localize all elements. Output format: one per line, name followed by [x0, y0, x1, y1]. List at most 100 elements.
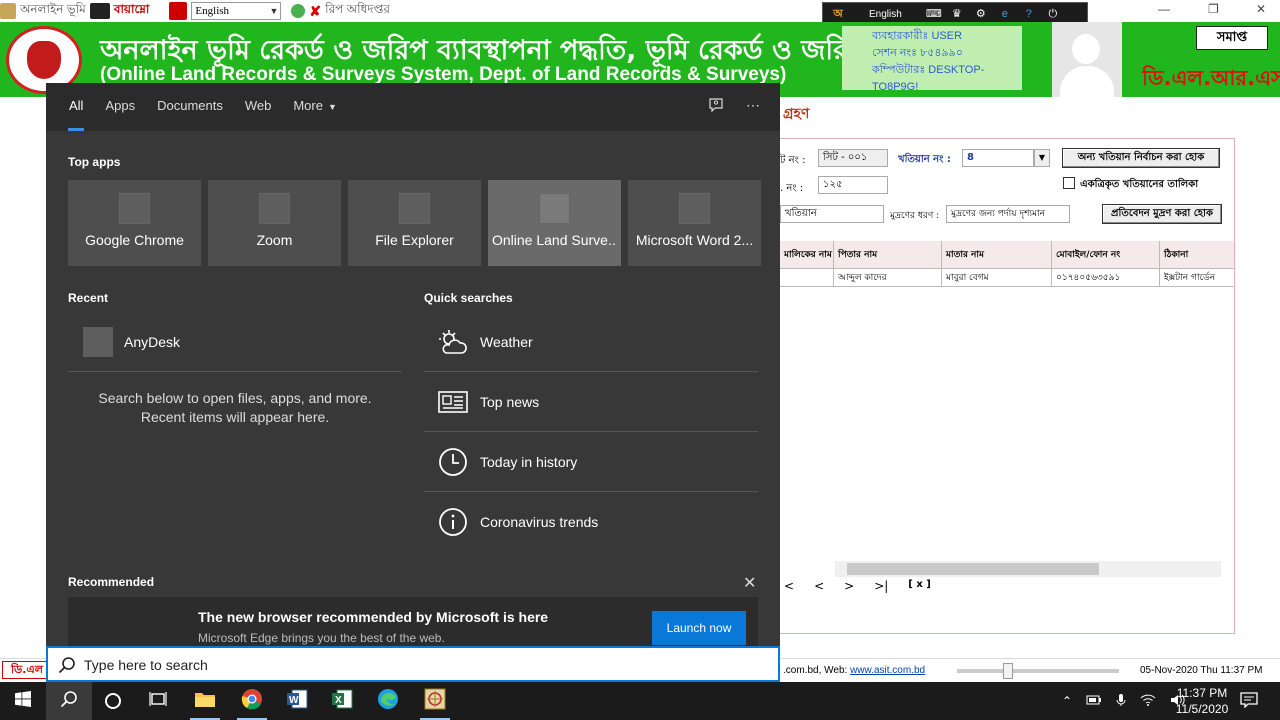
bangla-keyboard-icon[interactable]: অ	[831, 7, 845, 21]
battery-icon[interactable]	[1086, 694, 1102, 709]
quick-search-top-news[interactable]: Top news	[424, 372, 758, 432]
taskbar-file-explorer[interactable]	[182, 682, 228, 720]
integrated-list-checkbox[interactable]	[1063, 177, 1075, 189]
windows-logo-icon	[15, 690, 31, 712]
chevron-up-icon[interactable]: ⌃	[1062, 694, 1072, 708]
quick-search-coronavirus-trends[interactable]: Coronavirus trends	[424, 492, 758, 552]
table-row[interactable]: আব্দুল কাদের মাবুরা বেগম ০১৭৪০৫৬৩৫৯১ ইক্…	[780, 269, 1234, 287]
taskbar-search-button[interactable]	[46, 682, 92, 720]
language-select[interactable]: English ▼	[191, 2, 282, 20]
microphone-icon[interactable]	[1116, 693, 1126, 710]
taskbar: W X ⌃ 11:37 PM 11/5/2020	[0, 682, 1280, 720]
tab-web[interactable]: Web	[234, 83, 283, 131]
app-tile-file-explorer[interactable]: File Explorer	[348, 180, 481, 266]
taskbar-edge[interactable]	[365, 682, 411, 720]
keyboard-app-icon[interactable]	[169, 2, 188, 20]
pager-first[interactable]: <	[784, 579, 794, 593]
close-window-icon[interactable]: ✕	[1256, 2, 1266, 16]
recommended-subtitle: Microsoft Edge brings you the best of th…	[198, 631, 445, 645]
pager-last[interactable]: >|	[874, 579, 888, 593]
report-print-button[interactable]: প্রতিবেদন মুদ্রণ করা হোক	[1102, 204, 1222, 224]
app-tile-label: Google Chrome	[85, 232, 184, 248]
print-type-select[interactable]: মুদ্রণের জন্য পর্দায় দৃশ্যমান	[946, 205, 1070, 223]
notifications-button[interactable]	[1240, 682, 1258, 720]
column-header: মালিকের নাম	[780, 241, 834, 268]
scrollbar-thumb[interactable]	[847, 563, 1099, 575]
khatian-number-field[interactable]: 8	[962, 149, 1034, 167]
trophy-icon[interactable]: ♛	[950, 7, 964, 21]
tab-apps[interactable]: Apps	[94, 83, 146, 131]
chrome-icon	[241, 688, 263, 715]
tab-more-label: More	[293, 98, 323, 113]
recent-item-anydesk[interactable]: AnyDesk	[83, 327, 180, 357]
sheet-field[interactable]: সিট - ০০১	[818, 149, 888, 167]
bijoy-icon[interactable]	[89, 3, 110, 19]
app-tile-label: Online Land Surve...	[492, 232, 617, 248]
cross-icon[interactable]: ✘	[309, 3, 321, 20]
website-link[interactable]: www.asit.com.bd	[850, 665, 925, 676]
taskbar-excel[interactable]: X	[319, 682, 365, 720]
help-icon[interactable]: ?	[1022, 7, 1036, 21]
horizontal-scrollbar[interactable]	[835, 561, 1221, 577]
exit-button[interactable]: সমাপ্ত	[1196, 26, 1268, 50]
table-cell: আব্দুল কাদের	[834, 269, 942, 286]
tab-more[interactable]: More ▼	[282, 83, 348, 131]
more-options-icon[interactable]: ⋯	[746, 97, 760, 116]
tab-documents[interactable]: Documents	[146, 83, 234, 131]
feedback-icon[interactable]	[708, 97, 724, 116]
cortana-button[interactable]	[90, 682, 136, 720]
info-icon	[438, 507, 468, 537]
gear-icon[interactable]: ⚙	[974, 7, 988, 21]
restore-icon[interactable]: ❐	[1208, 2, 1219, 16]
pager-prev[interactable]: <	[814, 579, 824, 593]
slider-knob[interactable]	[1003, 663, 1013, 679]
taskbar-land-records-app[interactable]	[412, 682, 458, 720]
news-icon	[438, 387, 468, 417]
start-button[interactable]	[0, 682, 46, 720]
quick-search-label: Top news	[480, 394, 540, 410]
quick-search-today-in-history[interactable]: Today in history	[424, 432, 758, 492]
khatian-type-select[interactable]: খতিয়ান	[780, 205, 884, 223]
toolbar-language[interactable]: English	[869, 9, 902, 20]
globe-icon[interactable]	[291, 4, 306, 18]
app-tile-word[interactable]: Microsoft Word 2...	[628, 180, 761, 266]
chevron-down-icon[interactable]: ▼	[1034, 149, 1050, 167]
recommended-card[interactable]: The new browser recommended by Microsoft…	[68, 597, 758, 649]
zoom-slider[interactable]	[957, 663, 1119, 679]
search-start-menu: All Apps Documents Web More ▼ ⋯ Top apps …	[46, 83, 780, 649]
table-cell: মাবুরা বেগম	[942, 269, 1052, 286]
dag-field[interactable]: ১২৫	[818, 176, 888, 194]
search-input[interactable]: Type here to search	[84, 657, 208, 673]
app-tile-zoom[interactable]: Zoom	[208, 180, 341, 266]
pager-close[interactable]: [ x ]	[908, 579, 931, 593]
pager-next[interactable]: >	[844, 579, 854, 593]
record-pager: < < > >| [ x ]	[780, 579, 931, 593]
tab-all[interactable]: All	[58, 83, 94, 131]
app-tile-chrome[interactable]: Google Chrome	[68, 180, 201, 266]
browser-icon[interactable]: e	[998, 7, 1012, 21]
close-icon[interactable]: ✕	[743, 573, 756, 593]
quick-search-weather[interactable]: Weather	[424, 312, 758, 372]
other-khatian-button[interactable]: অন্য খতিয়ান নির্বাচন করা হোক	[1062, 148, 1220, 168]
minimize-icon[interactable]: —	[1158, 2, 1170, 16]
launch-now-button[interactable]: Launch now	[652, 611, 746, 645]
svg-text:X: X	[335, 695, 342, 706]
titlebar-text: অনলাইন ভূমি	[20, 2, 86, 16]
taskbar-clock[interactable]: 11:37 PM 11/5/2020	[1168, 685, 1236, 717]
wifi-icon[interactable]	[1140, 694, 1156, 709]
search-panel-body: Top apps Google Chrome Zoom File Explore…	[46, 131, 780, 649]
taskbar-search-box[interactable]: Type here to search	[46, 646, 780, 682]
website-text: .com.bd, Web: www.asit.com.bd	[783, 665, 925, 676]
keyboard-icon[interactable]: ⌨	[926, 7, 942, 21]
taskbar-chrome[interactable]	[229, 682, 275, 720]
app-tile-online-land-survey[interactable]: Online Land Surve...	[488, 180, 621, 266]
weather-icon	[438, 327, 468, 357]
app-tile-label: Zoom	[256, 232, 293, 248]
power-icon[interactable]: ⏻	[1046, 7, 1060, 21]
table-cell	[780, 269, 834, 286]
taskbar-word[interactable]: W	[274, 682, 320, 720]
svg-text:W: W	[289, 695, 299, 706]
task-view-button[interactable]	[135, 682, 181, 720]
notification-icon	[1240, 691, 1258, 711]
search-tabs: All Apps Documents Web More ▼ ⋯	[46, 83, 780, 131]
